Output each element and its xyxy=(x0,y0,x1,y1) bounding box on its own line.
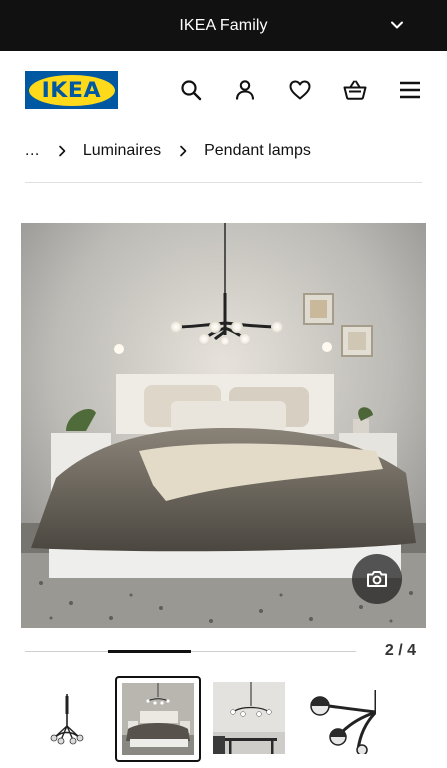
breadcrumb-ellipsis[interactable]: ... xyxy=(25,142,40,160)
site-header: IKEA xyxy=(0,51,447,129)
breadcrumb-item-pendant-lamps[interactable]: Pendant lamps xyxy=(204,142,311,160)
dining-scene-thumbnail-image xyxy=(213,682,285,754)
thumbnail-pendant-lamp[interactable] xyxy=(31,682,103,754)
gallery-progress-track xyxy=(25,650,356,653)
gallery-progress-fill xyxy=(107,650,191,653)
chevron-right-icon xyxy=(180,145,187,157)
visual-search-button[interactable] xyxy=(352,554,402,604)
thumbnail-lamp-closeup[interactable] xyxy=(304,682,376,754)
breadcrumb-divider xyxy=(25,182,422,183)
heart-icon[interactable] xyxy=(288,78,312,102)
lamp-closeup-thumbnail-image xyxy=(304,682,376,754)
camera-icon xyxy=(367,571,387,587)
product-hero-image[interactable] xyxy=(21,223,426,628)
gallery-thumbnails xyxy=(0,676,447,766)
basket-icon[interactable] xyxy=(343,78,367,102)
breadcrumb: ... Luminaires Pendant lamps xyxy=(25,138,311,164)
logo-text: IKEA xyxy=(41,78,102,102)
breadcrumb-item-luminaires[interactable]: Luminaires xyxy=(83,142,161,160)
chevron-right-icon xyxy=(59,145,66,157)
menu-icon[interactable] xyxy=(398,78,422,102)
chevron-down-icon[interactable] xyxy=(385,13,409,37)
logo-oval: IKEA xyxy=(28,74,115,106)
gallery-counter: 2 / 4 xyxy=(384,642,416,659)
ikea-family-title: IKEA Family xyxy=(179,16,268,34)
search-icon[interactable] xyxy=(179,78,203,102)
user-icon[interactable] xyxy=(233,78,257,102)
bedroom-scene-thumbnail-image xyxy=(122,683,194,755)
thumbnail-dining-scene[interactable] xyxy=(213,682,285,754)
thumbnail-bedroom-scene[interactable] xyxy=(115,676,201,762)
ikea-family-bar[interactable]: IKEA Family xyxy=(0,0,447,51)
ikea-logo[interactable]: IKEA xyxy=(25,71,118,109)
pendant-lamp-thumbnail-image xyxy=(31,682,103,754)
